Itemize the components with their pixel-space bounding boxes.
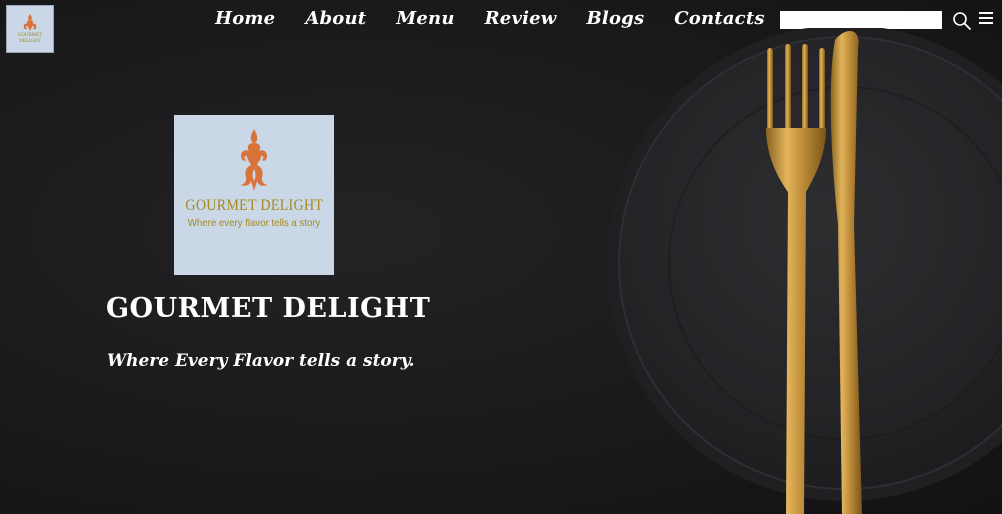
nav-logo-text: GOURMET DELIGHT [17,33,43,44]
nav-link-blogs[interactable]: Blogs [587,8,645,29]
nav-link-review[interactable]: Review [485,8,557,29]
search-input[interactable] [780,11,942,29]
logo-name: GOURMET DELIGHT [185,197,323,214]
hero-logo: GOURMET DELIGHT Where every flavor tells… [174,115,334,275]
logo-emblem-icon [240,129,268,191]
logo-emblem-icon [23,14,37,32]
main-nav: Home About Menu Review Blogs Contacts [215,8,795,29]
nav-link-menu[interactable]: Menu [396,8,454,29]
nav-link-about[interactable]: About [305,8,366,29]
nav-link-contacts[interactable]: Contacts [674,8,764,29]
brand-tagline: Where Every Flavor tells a story. [107,351,415,371]
hero-section: GOURMET DELIGHT Home About Menu Review B… [0,0,1002,514]
nav-logo[interactable]: GOURMET DELIGHT [6,5,54,53]
menu-icon-bar [979,12,993,14]
nav-link-home[interactable]: Home [215,8,275,29]
logo-tagline: Where every flavor tells a story [187,217,321,229]
plate-cutlery-image [607,28,1002,514]
brand-title: GOURMET DELIGHT [106,293,431,324]
menu-icon-bar [979,21,993,24]
menu-button[interactable] [979,12,993,28]
menu-icon-bar [979,16,993,19]
